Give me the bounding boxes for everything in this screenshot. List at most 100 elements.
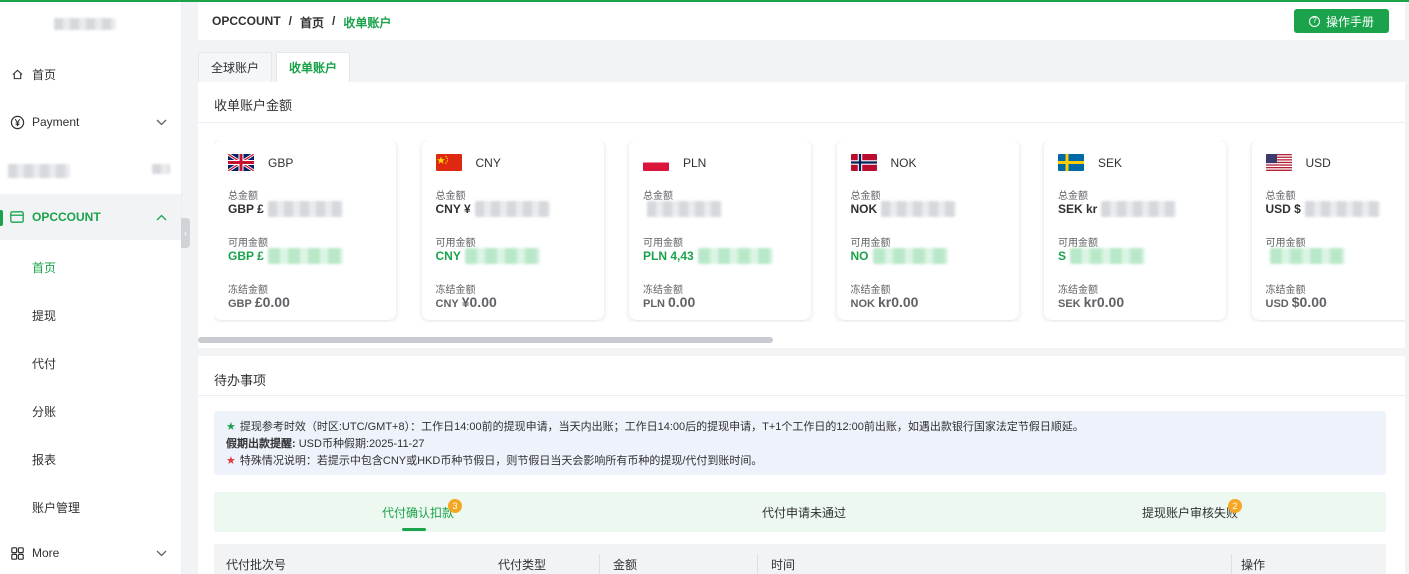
home-icon: [8, 69, 26, 80]
total-amount: [643, 201, 722, 217]
account-tabs: 全球账户 收单账户: [198, 52, 354, 82]
count-badge: 2: [1228, 499, 1242, 513]
question-circle-icon: ?: [1308, 15, 1320, 27]
currency-code: GBP: [268, 156, 294, 170]
available-label: 可用金额: [228, 238, 268, 249]
masked-value: [872, 248, 948, 264]
star-icon: ★: [226, 455, 236, 467]
panel-title: 收单账户金额: [214, 98, 293, 113]
currency-card-cny[interactable]: CNY 总金额 CNY ¥ 可用金额 CNY 冻结金额 CNY ¥0.00: [421, 140, 604, 320]
sidebar-item-home[interactable]: 首页: [0, 51, 181, 97]
sidebar-item-blurred-badge: [152, 164, 170, 174]
masked-value: [267, 248, 343, 264]
sidebar-item-blurred[interactable]: [8, 164, 70, 178]
total-amount: CNY ¥: [436, 201, 550, 217]
yen-circle-icon: [8, 115, 26, 130]
sidebar-item-opccount[interactable]: OPCCOUNT: [0, 194, 181, 240]
masked-value: [1304, 201, 1380, 217]
notice-box: ★ 提现参考时效（时区:UTC/GMT+8）：工作日14:00前的提现申请，当天内…: [214, 411, 1386, 475]
available-label: 可用金额: [850, 238, 891, 249]
notice-line: ★ 提现参考时效（时区:UTC/GMT+8）：工作日14:00前的提现申请，当天内…: [226, 421, 1084, 433]
star-icon: ★: [226, 421, 236, 433]
masked-value: [464, 248, 540, 264]
header: OPCCOUNT / 首页 / 收单账户 ? 操作手册: [198, 2, 1405, 40]
breadcrumb: OPCCOUNT / 首页 / 收单账户: [212, 14, 392, 31]
available-amount: S: [1058, 248, 1146, 264]
total-label: 总金额: [435, 191, 466, 202]
total-label: 总金额: [850, 191, 881, 202]
sidebar-subitem-split[interactable]: 分账: [32, 403, 56, 420]
available-amount: PLN 4,43: [643, 248, 773, 264]
card-icon: [8, 211, 26, 223]
total-label: 总金额: [228, 191, 258, 202]
total-label: 总金额: [1058, 191, 1088, 202]
manual-button[interactable]: ? 操作手册: [1294, 9, 1389, 33]
masked-value: [1269, 248, 1345, 264]
count-badge: 3: [448, 499, 462, 513]
currency-card-nok[interactable]: NOK 总金额 NOK 可用金额 NO 冻结金额 NOK kr0.00: [836, 140, 1019, 320]
subtab-withdraw-account-failed[interactable]: 提现账户审核失败 2: [1142, 499, 1242, 521]
sidebar-subitem-account-management[interactable]: 账户管理: [32, 499, 80, 516]
available-label: 可用金额: [1265, 238, 1306, 249]
masked-value: [474, 201, 550, 217]
frozen-amount: PLN 0.00: [643, 294, 696, 310]
currency-cards: GBP 总金额 GBP £ 可用金额 GBP £ 冻结金额 GBP £0.00 CNY 总金额 CN…: [214, 140, 1405, 322]
active-indicator: [0, 210, 3, 226]
available-amount: GBP £: [228, 248, 343, 264]
column-header: 时间: [771, 558, 796, 572]
todo-title: 待办事项: [214, 373, 267, 388]
total-amount: SEK kr: [1058, 201, 1177, 217]
grid-icon: [8, 546, 26, 560]
column-header: 代付类型: [498, 558, 547, 572]
uk-flag-icon: [228, 154, 254, 171]
subtab-payout-confirm[interactable]: 代付确认扣款 3: [382, 499, 462, 521]
breadcrumb-item[interactable]: OPCCOUNT: [212, 14, 281, 31]
available-label: 可用金额: [1058, 238, 1098, 249]
tab-global-account[interactable]: 全球账户: [198, 52, 273, 82]
currency-code: CNY: [475, 156, 501, 170]
logo: [54, 18, 116, 30]
available-label: 可用金额: [643, 238, 683, 249]
total-amount: GBP £: [228, 201, 343, 217]
tab-acquiring-account[interactable]: 收单账户: [276, 52, 351, 82]
currency-card-usd[interactable]: USD 总金额 USD $ 可用金额 冻结金额 USD $0.00: [1251, 140, 1405, 320]
sidebar-subitem-withdraw[interactable]: 提现: [32, 307, 56, 324]
frozen-amount: USD $0.00: [1265, 294, 1327, 310]
active-subtab-underline: [402, 528, 426, 531]
breadcrumb-current: 收单账户: [343, 16, 392, 30]
notice-line: 假期出款提醒: USD币种假期:2025-11-27: [226, 438, 425, 450]
masked-value: [1070, 248, 1146, 264]
currency-card-sek[interactable]: SEK 总金额 SEK kr 可用金额 S 冻结金额 SEK kr0.00: [1044, 140, 1226, 320]
available-amount: [1266, 248, 1345, 264]
sidebar-item-label: OPCCOUNT: [32, 210, 101, 224]
table-header: 代付批次号 代付类型 金额 时间 操作: [214, 544, 1386, 574]
currency-card-gbp[interactable]: GBP 总金额 GBP £ 可用金额 GBP £ 冻结金额 GBP £0.00: [214, 140, 396, 320]
subtab-payout-rejected[interactable]: 代付申请未通过: [762, 504, 846, 521]
masked-value: [267, 201, 343, 217]
total-amount: NOK: [851, 201, 957, 217]
available-amount: NO: [851, 248, 948, 264]
sidebar-item-payment[interactable]: Payment: [0, 99, 181, 145]
currency-code: NOK: [890, 156, 917, 170]
column-header: 代付批次号: [226, 558, 287, 572]
currency-card-pln[interactable]: PLN 总金额 可用金额 PLN 4,43 冻结金额 PLN 0.00: [629, 140, 811, 320]
chevron-down-icon: [156, 115, 167, 129]
total-label: 总金额: [1265, 191, 1296, 202]
manual-button-label: 操作手册: [1325, 14, 1374, 29]
sidebar-collapse-handle[interactable]: ‹: [181, 218, 190, 248]
breadcrumb-item[interactable]: 首页: [300, 14, 324, 31]
sidebar-subitem-payout[interactable]: 代付: [32, 355, 56, 372]
column-header: 金额: [613, 558, 638, 572]
horizontal-scrollbar[interactable]: [198, 337, 773, 343]
sidebar-subitem-reports[interactable]: 报表: [32, 451, 56, 468]
chevron-up-icon: [156, 210, 167, 224]
sidebar-item-label: 首页: [32, 67, 57, 82]
sidebar: 首页 Payment OPCCOUNT 首页 提现 代付 分账 报表 账户管理 …: [0, 2, 182, 574]
balance-panel: 收单账户金额 GBP 总金额 GBP £ 可用金额 GBP £ 冻结金额 GBP £0.00 C…: [198, 82, 1405, 348]
sweden-flag-icon: [1058, 154, 1084, 171]
notice-line: ★ 特殊情况说明：若提示中包含CNY或HKD币种节假日，则节假日当天会影响所有币种…: [226, 455, 763, 467]
total-amount: USD $: [1266, 201, 1380, 217]
frozen-amount: SEK kr0.00: [1058, 294, 1125, 310]
sidebar-item-more[interactable]: More: [0, 530, 181, 574]
sidebar-subitem-home[interactable]: 首页: [32, 259, 56, 276]
